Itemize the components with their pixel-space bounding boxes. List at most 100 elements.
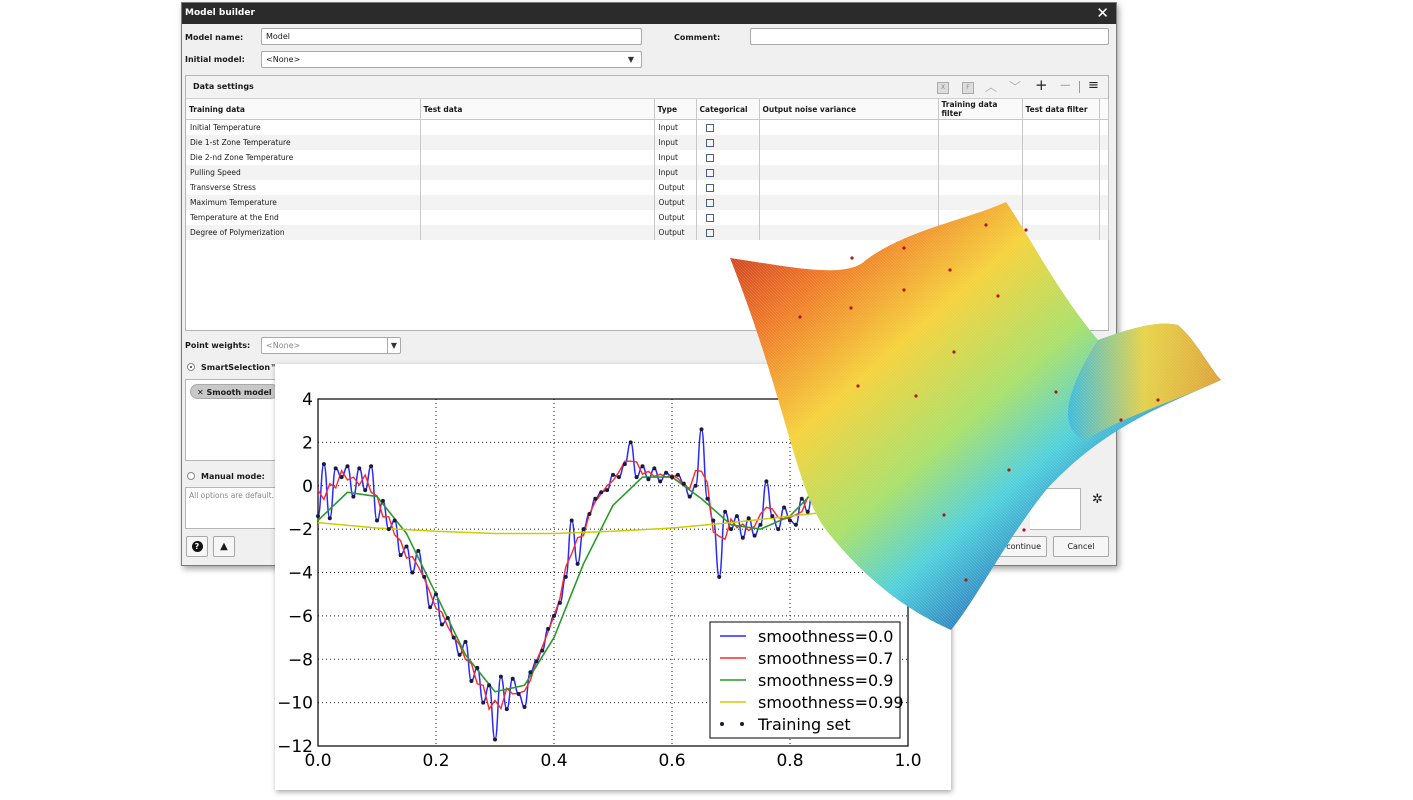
close-icon[interactable]: ✕ [197, 388, 204, 397]
surface-point [996, 294, 1000, 298]
categorical-checkbox[interactable] [705, 139, 714, 147]
categorical-checkbox[interactable] [705, 169, 714, 177]
type-cell[interactable]: Input [654, 119, 697, 135]
training-point [339, 475, 344, 480]
manual-mode-radio[interactable] [187, 472, 195, 480]
type-cell[interactable]: Output [654, 225, 697, 240]
smooth-model-chip[interactable]: ✕ Smooth model [190, 384, 279, 399]
type-cell[interactable]: Input [654, 135, 697, 150]
test-filter-cell[interactable] [1022, 135, 1100, 150]
f-box-icon[interactable]: F [962, 82, 974, 94]
type-cell[interactable]: Output [654, 195, 697, 210]
categorical-checkbox[interactable] [705, 199, 714, 207]
training-cell[interactable]: Temperature at the End [186, 210, 421, 225]
surface-point [1022, 528, 1026, 532]
training-cell[interactable]: Pulling Speed [186, 165, 421, 180]
plus-icon[interactable]: + [1035, 78, 1048, 93]
test-cell[interactable] [420, 135, 655, 150]
training-point [357, 466, 362, 471]
comment-input[interactable] [750, 28, 1109, 45]
training-point [469, 678, 474, 683]
surface-point [942, 513, 946, 517]
toolbar-divider [1079, 81, 1080, 93]
categorical-checkbox[interactable] [705, 154, 714, 162]
train-filter-cell[interactable] [938, 135, 1023, 150]
training-point [563, 574, 568, 579]
training-cell[interactable]: Initial Temperature [186, 119, 421, 135]
test-filter-cell[interactable] [1022, 180, 1100, 195]
test-filter-cell[interactable] [1022, 119, 1100, 135]
test-cell[interactable] [420, 180, 655, 195]
col-type[interactable]: Type [654, 99, 697, 120]
type-cell[interactable]: Output [654, 210, 697, 225]
training-point [605, 488, 610, 493]
test-cell[interactable] [420, 150, 655, 165]
train-filter-cell[interactable] [938, 165, 1023, 180]
arrow-up-icon[interactable]: ︿ [985, 80, 997, 94]
col-training-data-filter[interactable]: Training data filter [938, 99, 1023, 120]
categorical-checkbox[interactable] [705, 229, 714, 237]
minus-icon[interactable]: − [1059, 78, 1072, 93]
initial-model-select[interactable]: <None> ▼ [261, 51, 642, 68]
arrow-down-icon[interactable]: ﹀ [1009, 80, 1021, 94]
training-cell[interactable]: Maximum Temperature [186, 195, 421, 210]
warning-button[interactable]: ▲ [213, 536, 235, 557]
col-test-data[interactable]: Test data [420, 99, 655, 120]
manual-options-area[interactable]: All options are default. [185, 487, 285, 529]
test-cell[interactable] [420, 225, 655, 240]
x-box-icon[interactable]: X [937, 82, 949, 94]
test-cell[interactable] [420, 165, 655, 180]
type-cell[interactable]: Input [654, 165, 697, 180]
table-row[interactable]: Transverse Stress Output [186, 180, 1109, 195]
training-point [528, 670, 533, 675]
help-button[interactable]: ? [186, 536, 208, 557]
point-weights-value: <None> [266, 341, 301, 350]
noise-cell[interactable] [759, 150, 939, 165]
close-icon[interactable]: ✕ [1096, 3, 1109, 24]
col-test-data-filter[interactable]: Test data filter [1022, 99, 1100, 120]
noise-cell[interactable] [759, 180, 939, 195]
test-cell[interactable] [420, 195, 655, 210]
training-point [375, 518, 379, 523]
train-filter-cell[interactable] [938, 119, 1023, 135]
categorical-checkbox[interactable] [705, 184, 714, 192]
model-name-input[interactable]: Model [261, 28, 642, 45]
menu-icon[interactable]: ≡ [1088, 79, 1099, 93]
noise-cell[interactable] [759, 135, 939, 150]
type-cell[interactable]: Input [654, 150, 697, 165]
training-point [380, 498, 385, 503]
table-row[interactable]: Initial Temperature Input [186, 119, 1109, 135]
test-cell[interactable] [420, 119, 655, 135]
training-point [705, 496, 710, 501]
noise-cell[interactable] [759, 119, 939, 135]
point-weights-select[interactable]: <None> ▼ [261, 337, 401, 354]
train-filter-cell[interactable] [938, 180, 1023, 195]
test-filter-cell[interactable] [1022, 150, 1100, 165]
initial-model-value: <None> [266, 55, 301, 64]
col-training-data[interactable]: Training data [186, 99, 421, 120]
noise-cell[interactable] [759, 165, 939, 180]
training-point [439, 622, 444, 627]
type-cell[interactable]: Output [654, 180, 697, 195]
training-cell[interactable]: Transverse Stress [186, 180, 421, 195]
test-filter-cell[interactable] [1022, 165, 1100, 180]
col-categorical[interactable]: Categorical [696, 99, 760, 120]
x-tick-label: 1.0 [894, 751, 921, 771]
training-cell[interactable]: Die 2-nd Zone Temperature [186, 150, 421, 165]
legend-label: smoothness=0.7 [758, 649, 893, 668]
training-cell[interactable]: Die 1-st Zone Temperature [186, 135, 421, 150]
training-point [463, 639, 468, 644]
categorical-checkbox[interactable] [705, 124, 714, 132]
smart-selection-radio[interactable] [187, 363, 195, 371]
table-row[interactable]: Die 1-st Zone Temperature Input [186, 135, 1109, 150]
training-point [581, 527, 586, 532]
table-row[interactable]: Pulling Speed Input [186, 165, 1109, 180]
training-point [410, 570, 415, 575]
table-row[interactable]: Die 2-nd Zone Temperature Input [186, 150, 1109, 165]
chip-label: Smooth model [206, 388, 272, 397]
training-cell[interactable]: Degree of Polymerization [186, 225, 421, 240]
train-filter-cell[interactable] [938, 150, 1023, 165]
categorical-checkbox[interactable] [705, 214, 714, 222]
col-output-noise-variance[interactable]: Output noise variance [759, 99, 939, 120]
test-cell[interactable] [420, 210, 655, 225]
